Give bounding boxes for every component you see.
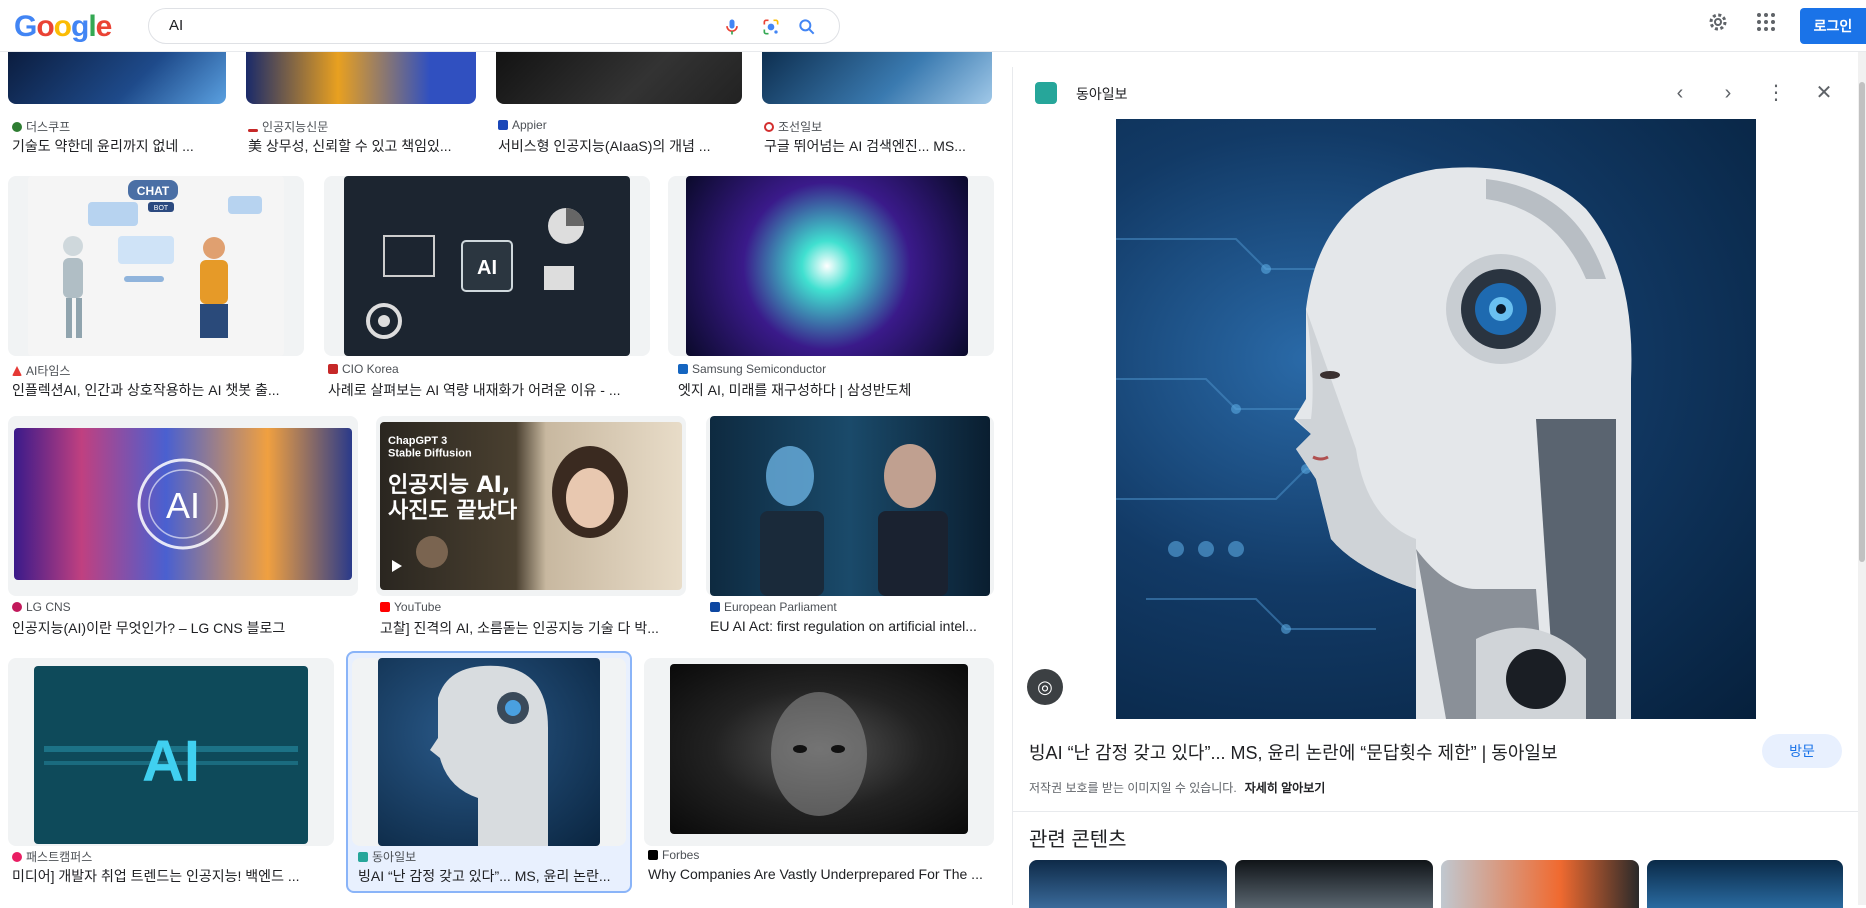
preview-title[interactable]: 빙AI “난 감정 갖고 있다”... MS, 윤리 논란에 “문답횟수 제한”… xyxy=(1029,739,1558,765)
result-thumbnail[interactable]: CHAT BOT xyxy=(8,176,304,356)
logo-letter: o xyxy=(53,10,72,43)
result-title[interactable]: 사례로 살펴보는 AI 역량 내재화가 어려운 이유 - ... xyxy=(328,380,648,400)
lens-icon[interactable] xyxy=(761,17,781,37)
related-thumbnail[interactable] xyxy=(1647,860,1843,908)
result-title[interactable]: 서비스형 인공지능(AIaaS)의 개념 ... xyxy=(498,136,742,156)
chat-label: CHAT xyxy=(137,184,170,198)
result-source[interactable]: Appier xyxy=(498,118,547,132)
result-source[interactable]: Forbes xyxy=(648,848,699,862)
yt-top-text: ChapGPT 3 Stable Diffusion xyxy=(388,435,472,460)
result-title[interactable]: EU AI Act: first regulation on artificia… xyxy=(710,618,994,634)
result-title[interactable]: 빙AI “난 감정 갖고 있다”... MS, 윤리 논란... xyxy=(358,866,624,886)
top-bar: Google 로그인 xyxy=(0,0,1866,52)
result-title[interactable]: 인공지능(AI)이란 무엇인가? – LG CNS 블로그 xyxy=(12,618,358,638)
circuit-face-illustration xyxy=(771,692,867,816)
related-thumbnail[interactable] xyxy=(1235,860,1433,908)
result-thumbnail[interactable] xyxy=(668,176,994,356)
search-icon[interactable] xyxy=(797,17,817,37)
result-thumbnail[interactable]: AI xyxy=(324,176,650,356)
divider xyxy=(1013,811,1859,812)
result-title[interactable]: 고찰] 진격의 AI, 소름돋는 인공지능 기술 다 박... xyxy=(380,618,686,638)
mic-icon[interactable] xyxy=(722,17,742,37)
logo-letter: G xyxy=(14,10,37,43)
youtube-thumbnail-art: ChapGPT 3 Stable Diffusion 인공지능 AI, 사진도 끝났… xyxy=(388,435,628,572)
logo-letter: l xyxy=(88,10,96,43)
image-results-grid: 더스쿠프 기술도 약한데 윤리까지 없네 ... 인공지능신문 美 상무성, 신… xyxy=(0,52,1000,905)
image-preview-panel: 동아일보 ‹ › ⋮ ✕ ◎ 빙AI “난 감정 갖고 있다”... MS, 윤… xyxy=(1012,67,1859,908)
ai-network-illustration: AI xyxy=(44,729,298,794)
visual-search-lens-icon[interactable]: ◎ xyxy=(1027,669,1063,705)
result-thumbnail[interactable] xyxy=(8,52,226,104)
result-thumbnail[interactable] xyxy=(496,52,742,104)
preview-image[interactable] xyxy=(1116,119,1756,719)
ai-chip-illustration: AI xyxy=(366,208,584,339)
logo-letter: e xyxy=(95,10,113,43)
result-title[interactable]: 美 상무성, 신뢰할 수 있고 책임있... xyxy=(248,136,476,156)
chevron-left-icon[interactable]: ‹ xyxy=(1666,79,1694,107)
gear-icon[interactable] xyxy=(1706,10,1730,34)
result-source[interactable]: 더스쿠프 xyxy=(12,118,70,135)
search-input[interactable] xyxy=(169,17,669,34)
bot-label: BOT xyxy=(154,205,169,212)
page-scrollbar[interactable] xyxy=(1858,52,1866,905)
robot-profile-image xyxy=(1116,167,1632,719)
ai-circle-label: AI xyxy=(166,485,200,526)
result-source[interactable]: AI타임스 xyxy=(12,362,70,379)
result-source[interactable]: 인공지능신문 xyxy=(248,118,328,135)
result-title[interactable]: 미디어] 개발자 취업 트렌드는 인공지능! 백엔드 ... xyxy=(12,866,332,886)
more-vert-icon[interactable]: ⋮ xyxy=(1762,79,1790,107)
result-source[interactable]: European Parliament xyxy=(710,600,837,614)
chevron-right-icon[interactable]: › xyxy=(1714,79,1742,107)
visit-button[interactable]: 방문 xyxy=(1762,734,1842,768)
result-thumbnail[interactable] xyxy=(762,52,992,104)
google-logo[interactable]: Google xyxy=(14,10,113,44)
result-thumbnail-selected[interactable] xyxy=(352,658,626,846)
site-favicon-icon xyxy=(1035,82,1057,104)
result-source[interactable]: CIO Korea xyxy=(328,362,399,376)
related-content-heading: 관련 콘텐츠 xyxy=(1029,829,1127,851)
scrollbar-thumb[interactable] xyxy=(1859,82,1865,562)
result-source[interactable]: YouTube xyxy=(380,600,441,614)
yt-main-text: 인공지능 AI, 사진도 끝났다 xyxy=(388,473,518,523)
result-source[interactable]: 동아일보 xyxy=(358,848,416,865)
logo-letter: o xyxy=(36,10,54,43)
result-title[interactable]: Why Companies Are Vastly Underprepared F… xyxy=(648,866,992,882)
chatbot-illustration: CHAT BOT xyxy=(63,180,262,338)
result-title[interactable]: 기술도 약한데 윤리까지 없네 ... xyxy=(12,136,226,156)
related-thumbnail[interactable] xyxy=(1441,860,1639,908)
preview-site-name[interactable]: 동아일보 xyxy=(1076,84,1128,104)
ai-circle-illustration: AI xyxy=(137,458,229,550)
result-source[interactable]: LG CNS xyxy=(12,600,71,614)
preview-header: 동아일보 ‹ › ⋮ ✕ xyxy=(1013,67,1859,119)
learn-more-link[interactable]: 자세히 알아보기 xyxy=(1245,781,1326,795)
result-thumbnail[interactable]: AI xyxy=(8,658,334,846)
result-title[interactable]: 엣지 AI, 미래를 재구성하다 | 삼성반도체 xyxy=(678,380,994,400)
result-source[interactable]: Samsung Semiconductor xyxy=(678,362,826,376)
close-icon[interactable]: ✕ xyxy=(1810,79,1838,107)
copyright-text: 저작권 보호를 받는 이미지일 수 있습니다. xyxy=(1029,781,1237,795)
result-thumbnail[interactable] xyxy=(644,658,994,846)
result-source[interactable]: 조선일보 xyxy=(764,118,822,135)
copyright-note: 저작권 보호를 받는 이미지일 수 있습니다. 자세히 알아보기 xyxy=(1029,779,1325,796)
robot-human-illustration xyxy=(760,444,948,596)
related-thumbnail[interactable] xyxy=(1029,860,1227,908)
result-thumbnail[interactable] xyxy=(706,416,994,596)
result-thumbnail[interactable] xyxy=(246,52,476,104)
ai-chip-label: AI xyxy=(477,257,497,279)
login-button[interactable]: 로그인 xyxy=(1800,8,1866,44)
search-box[interactable] xyxy=(148,8,840,44)
result-thumbnail[interactable]: AI xyxy=(8,416,358,596)
robot-profile-thumb xyxy=(430,665,548,846)
apps-icon[interactable] xyxy=(1754,10,1778,34)
result-thumbnail[interactable]: ChapGPT 3 Stable Diffusion 인공지능 AI, 사진도 끝났… xyxy=(376,416,686,596)
result-title[interactable]: 인플렉션AI, 인간과 상호작용하는 AI 챗봇 출... xyxy=(12,380,304,400)
result-title[interactable]: 구글 뛰어넘는 AI 검색엔진... MS... xyxy=(764,136,992,156)
logo-letter: g xyxy=(71,10,89,43)
result-source[interactable]: 패스트캠퍼스 xyxy=(12,848,92,865)
